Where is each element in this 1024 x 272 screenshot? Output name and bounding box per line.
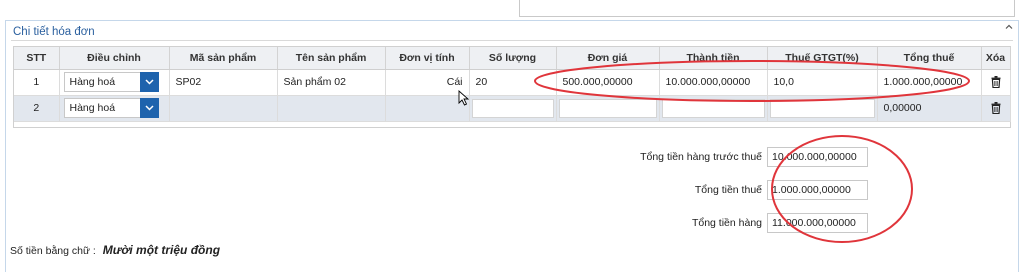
col-header-stt[interactable]: STT [14,47,60,70]
amount-in-words: Số tiền bằng chữ : Mười một triệu đồng [10,243,220,257]
product-code-cell[interactable]: SP02 [169,69,278,96]
table-row[interactable]: 1 Hàng hoá SP02 Sản phẩm 02 Cái 20 500.0… [14,69,1011,96]
adjustment-value: Hàng hoá [69,102,116,114]
unit-price-cell[interactable]: 500.000,00000 [556,69,660,96]
col-header-ten-san-pham[interactable]: Tên sản phẩm [277,47,386,70]
chevron-down-icon[interactable] [139,98,159,118]
trash-icon[interactable] [991,76,1001,89]
adjustment-cell: Hàng hoá [59,95,170,122]
table-row[interactable]: 2 Hàng hoá 0,00000 [14,95,1011,122]
product-code-cell[interactable] [169,95,278,122]
summary-total-field[interactable]: 11.000.000,00000 [767,213,868,233]
vat-rate-cell [767,95,878,122]
grid-header-row: STT Điều chỉnh Mã sản phẩm Tên sản phẩm … [14,47,1011,70]
top-input-box[interactable] [519,0,1015,17]
col-header-don-vi-tinh[interactable]: Đơn vị tính [385,47,470,70]
adjustment-cell: Hàng hoá [59,69,170,96]
amount-cell[interactable]: 10.000.000,00000 [659,69,768,96]
panel-title: Chi tiết hóa đơn [13,26,95,38]
invoice-lines-grid: STT Điều chỉnh Mã sản phẩm Tên sản phẩm … [13,46,1011,128]
col-header-don-gia[interactable]: Đơn giá [556,47,660,70]
summary-tax-field[interactable]: 1.000.000,00000 [767,180,868,200]
amount-input[interactable] [661,98,765,118]
adjustment-value: Hàng hoá [69,76,116,88]
invoice-detail-panel: Chi tiết hóa đơn STT Điều chỉnh Mã sản p… [5,20,1019,272]
col-header-ma-san-pham[interactable]: Mã sản phẩm [169,47,278,70]
delete-cell [981,69,1011,96]
amount-in-words-label: Số tiền bằng chữ : [10,245,96,257]
total-tax-cell[interactable]: 1.000.000,00000 [877,69,982,96]
total-tax-cell[interactable]: 0,00000 [877,95,982,122]
summary-pretax-label: Tổng tiền hàng trước thuế [640,151,762,163]
vat-rate-input[interactable] [769,98,875,118]
product-name-cell[interactable]: Sản phẩm 02 [277,69,386,96]
col-header-xoa: Xóa [981,47,1011,70]
chevron-up-icon[interactable] [1005,23,1013,31]
unit-price-input[interactable] [558,98,657,118]
col-header-thue-gtgt[interactable]: Thuế GTGT(%) [767,47,878,70]
col-header-thanh-tien[interactable]: Thành tiền [659,47,768,70]
unit-price-cell [556,95,660,122]
summary-tax-row: Tổng tiền thuế 1.000.000,00000 [607,180,868,200]
summary-pretax-row: Tổng tiền hàng trước thuế 10.000.000,000… [607,147,868,167]
row-stt: 1 [14,69,60,96]
quantity-cell[interactable]: 20 [469,69,557,96]
unit-cell[interactable]: Cái [385,69,470,96]
col-header-so-luong[interactable]: Số lượng [469,47,557,70]
summary-tax-label: Tổng tiền thuế [694,184,762,196]
quantity-cell [469,95,557,122]
summary-pretax-field[interactable]: 10.000.000,00000 [767,147,868,167]
title-divider [11,40,1013,41]
amount-cell [659,95,768,122]
col-header-dieu-chinh[interactable]: Điều chỉnh [59,47,170,70]
chevron-down-icon[interactable] [139,72,159,92]
summary-total-row: Tổng tiền hàng 11.000.000,00000 [607,213,868,233]
adjustment-select[interactable]: Hàng hoá [63,72,159,92]
col-header-tong-thue[interactable]: Tổng thuế [877,47,982,70]
summary-total-label: Tổng tiền hàng [691,217,762,229]
product-name-cell[interactable] [277,95,386,122]
amount-in-words-value: Mười một triệu đồng [102,243,221,257]
adjustment-select[interactable]: Hàng hoá [63,98,159,118]
unit-cell[interactable] [385,95,470,122]
row-stt: 2 [14,95,60,122]
quantity-input[interactable] [471,98,554,118]
trash-icon[interactable] [991,102,1001,115]
delete-cell [981,95,1011,122]
vat-rate-cell[interactable]: 10,0 [767,69,878,96]
